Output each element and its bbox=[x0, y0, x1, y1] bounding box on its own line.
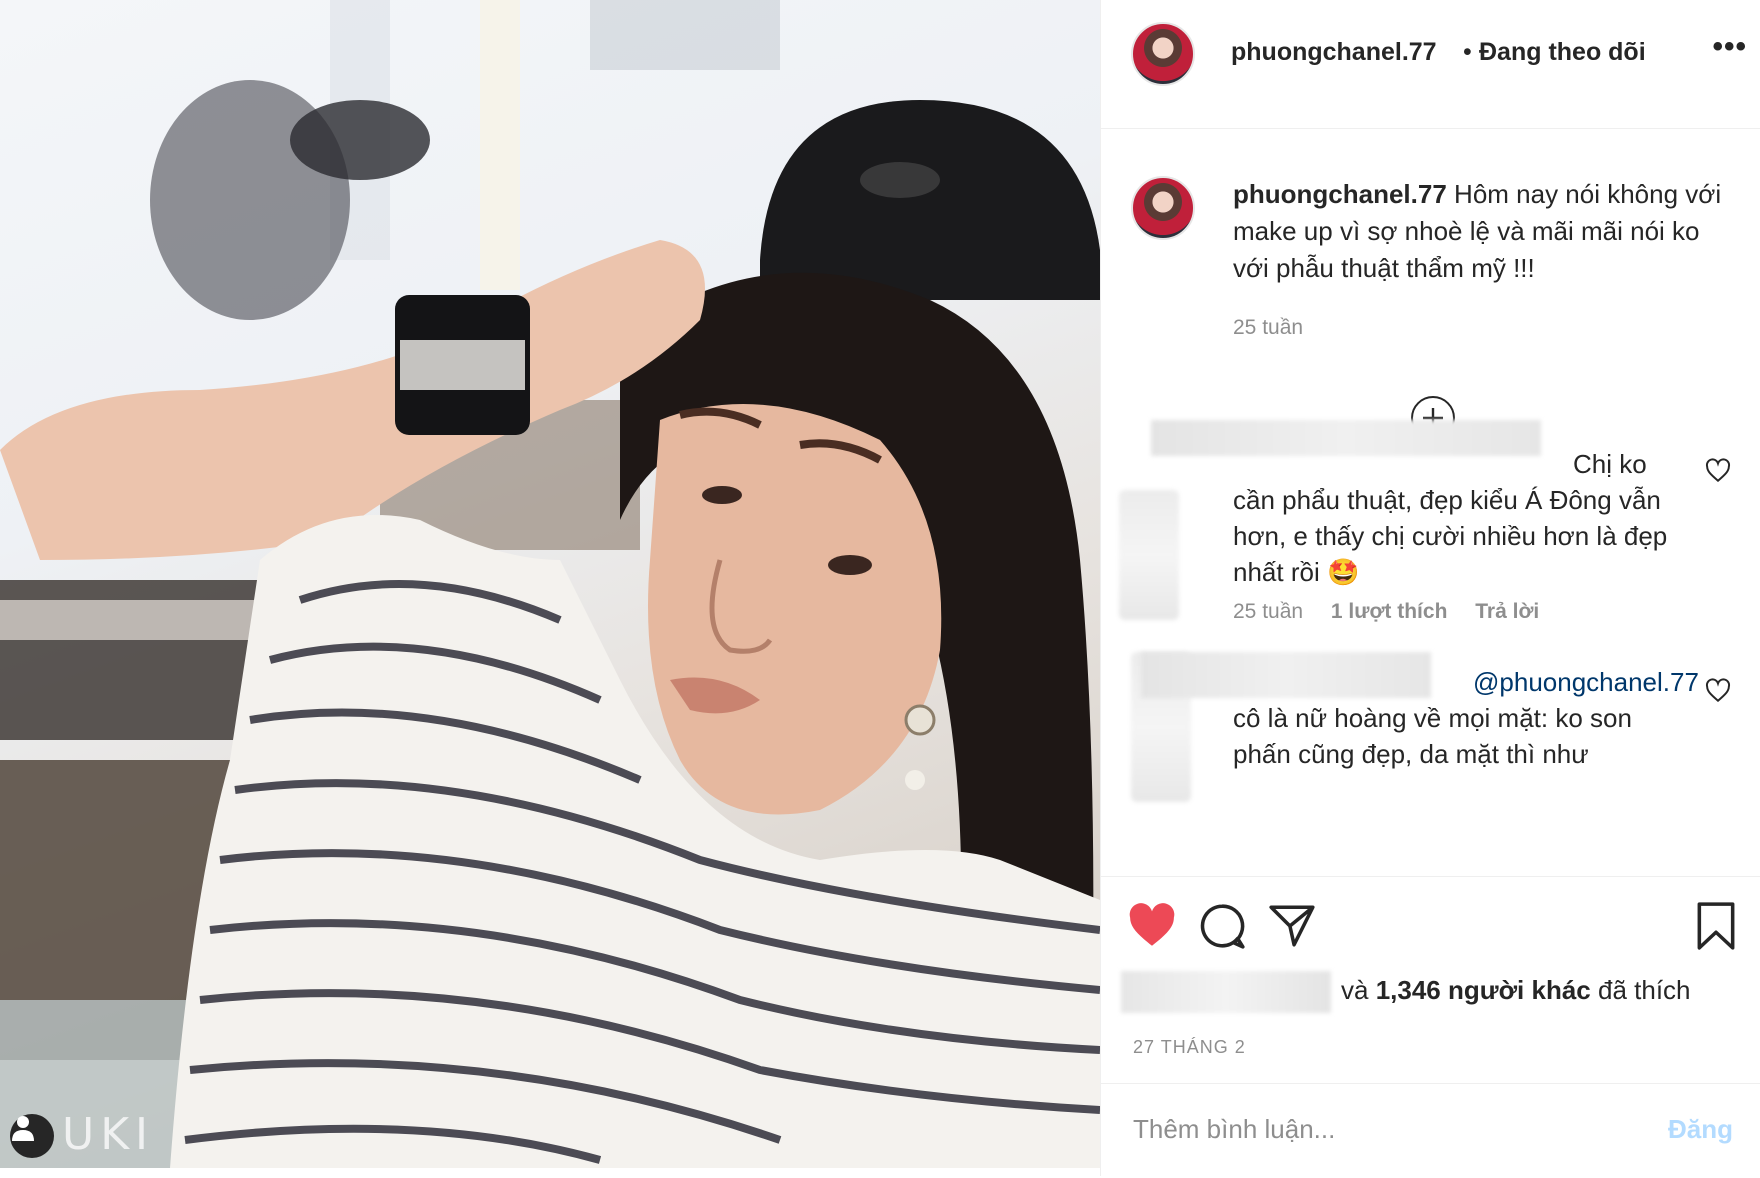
post-date[interactable]: 27 THÁNG 2 bbox=[1133, 1037, 1246, 1058]
add-comment-bar: Đăng bbox=[1101, 1083, 1760, 1178]
heart-filled-icon[interactable] bbox=[1127, 901, 1177, 951]
likes-suffix: đã thích bbox=[1590, 975, 1691, 1005]
post-comment-button[interactable]: Đăng bbox=[1668, 1114, 1733, 1145]
comment-avatar-blurred[interactable] bbox=[1119, 490, 1179, 620]
post-header: phuongchanel.77 • Đang theo dõi ••• bbox=[1101, 0, 1760, 129]
author-username[interactable]: phuongchanel.77 bbox=[1231, 38, 1437, 67]
comment-text: @phuongchanel.77 cô là nữ hoàng về mọi m… bbox=[1233, 664, 1699, 772]
caption-username[interactable]: phuongchanel.77 bbox=[1233, 179, 1447, 209]
comment-likes[interactable]: 1 lượt thích bbox=[1331, 600, 1447, 623]
reply-button[interactable]: Trả lời bbox=[1475, 600, 1539, 623]
comment-mention[interactable]: @phuongchanel.77 bbox=[1473, 667, 1699, 697]
photo-illustration bbox=[0, 0, 1100, 1168]
send-icon[interactable] bbox=[1267, 901, 1317, 951]
bookmark-icon[interactable] bbox=[1691, 901, 1741, 951]
comment-time[interactable]: 25 tuần bbox=[1233, 600, 1303, 623]
likes-count[interactable]: 1,346 người khác bbox=[1376, 975, 1591, 1005]
comment-text: Chị ko cần phẩu thuật, đẹp kiểu Á Đông v… bbox=[1233, 449, 1668, 587]
comment-icon[interactable] bbox=[1197, 901, 1247, 951]
comment-input[interactable] bbox=[1131, 1106, 1615, 1152]
photo-watermark: UKI bbox=[62, 1109, 155, 1160]
comments-list[interactable]: phuongchanel.77 Hôm nay nói không với ma… bbox=[1101, 128, 1760, 876]
comment-like-icon[interactable] bbox=[1705, 678, 1731, 704]
more-options-icon[interactable]: ••• bbox=[1712, 30, 1747, 64]
user-tag-icon[interactable] bbox=[10, 1114, 54, 1158]
comment-like-icon[interactable] bbox=[1705, 458, 1731, 484]
post-photo[interactable]: UKI bbox=[0, 0, 1100, 1168]
liker-name-blurred[interactable] bbox=[1121, 971, 1331, 1013]
post-side-panel: phuongchanel.77 • Đang theo dõi ••• phuo… bbox=[1100, 0, 1760, 1176]
caption-avatar[interactable] bbox=[1131, 176, 1195, 240]
author-avatar[interactable] bbox=[1131, 22, 1195, 86]
likes-prefix: và bbox=[1341, 975, 1376, 1005]
comment-meta: 25 tuần 1 lượt thích Trả lời bbox=[1233, 600, 1561, 624]
post-actions: và 1,346 người khác đã thích 27 THÁNG 2 … bbox=[1101, 876, 1760, 1177]
header-separator: • bbox=[1463, 38, 1472, 66]
comment-body: cô là nữ hoàng về mọi mặt: ko son phấn c… bbox=[1233, 703, 1632, 769]
following-status[interactable]: Đang theo dõi bbox=[1479, 38, 1646, 67]
caption-text: phuongchanel.77 Hôm nay nói không với ma… bbox=[1233, 176, 1723, 287]
caption-time[interactable]: 25 tuần bbox=[1233, 316, 1303, 340]
likes-summary[interactable]: và 1,346 người khác đã thích bbox=[1341, 975, 1691, 1006]
